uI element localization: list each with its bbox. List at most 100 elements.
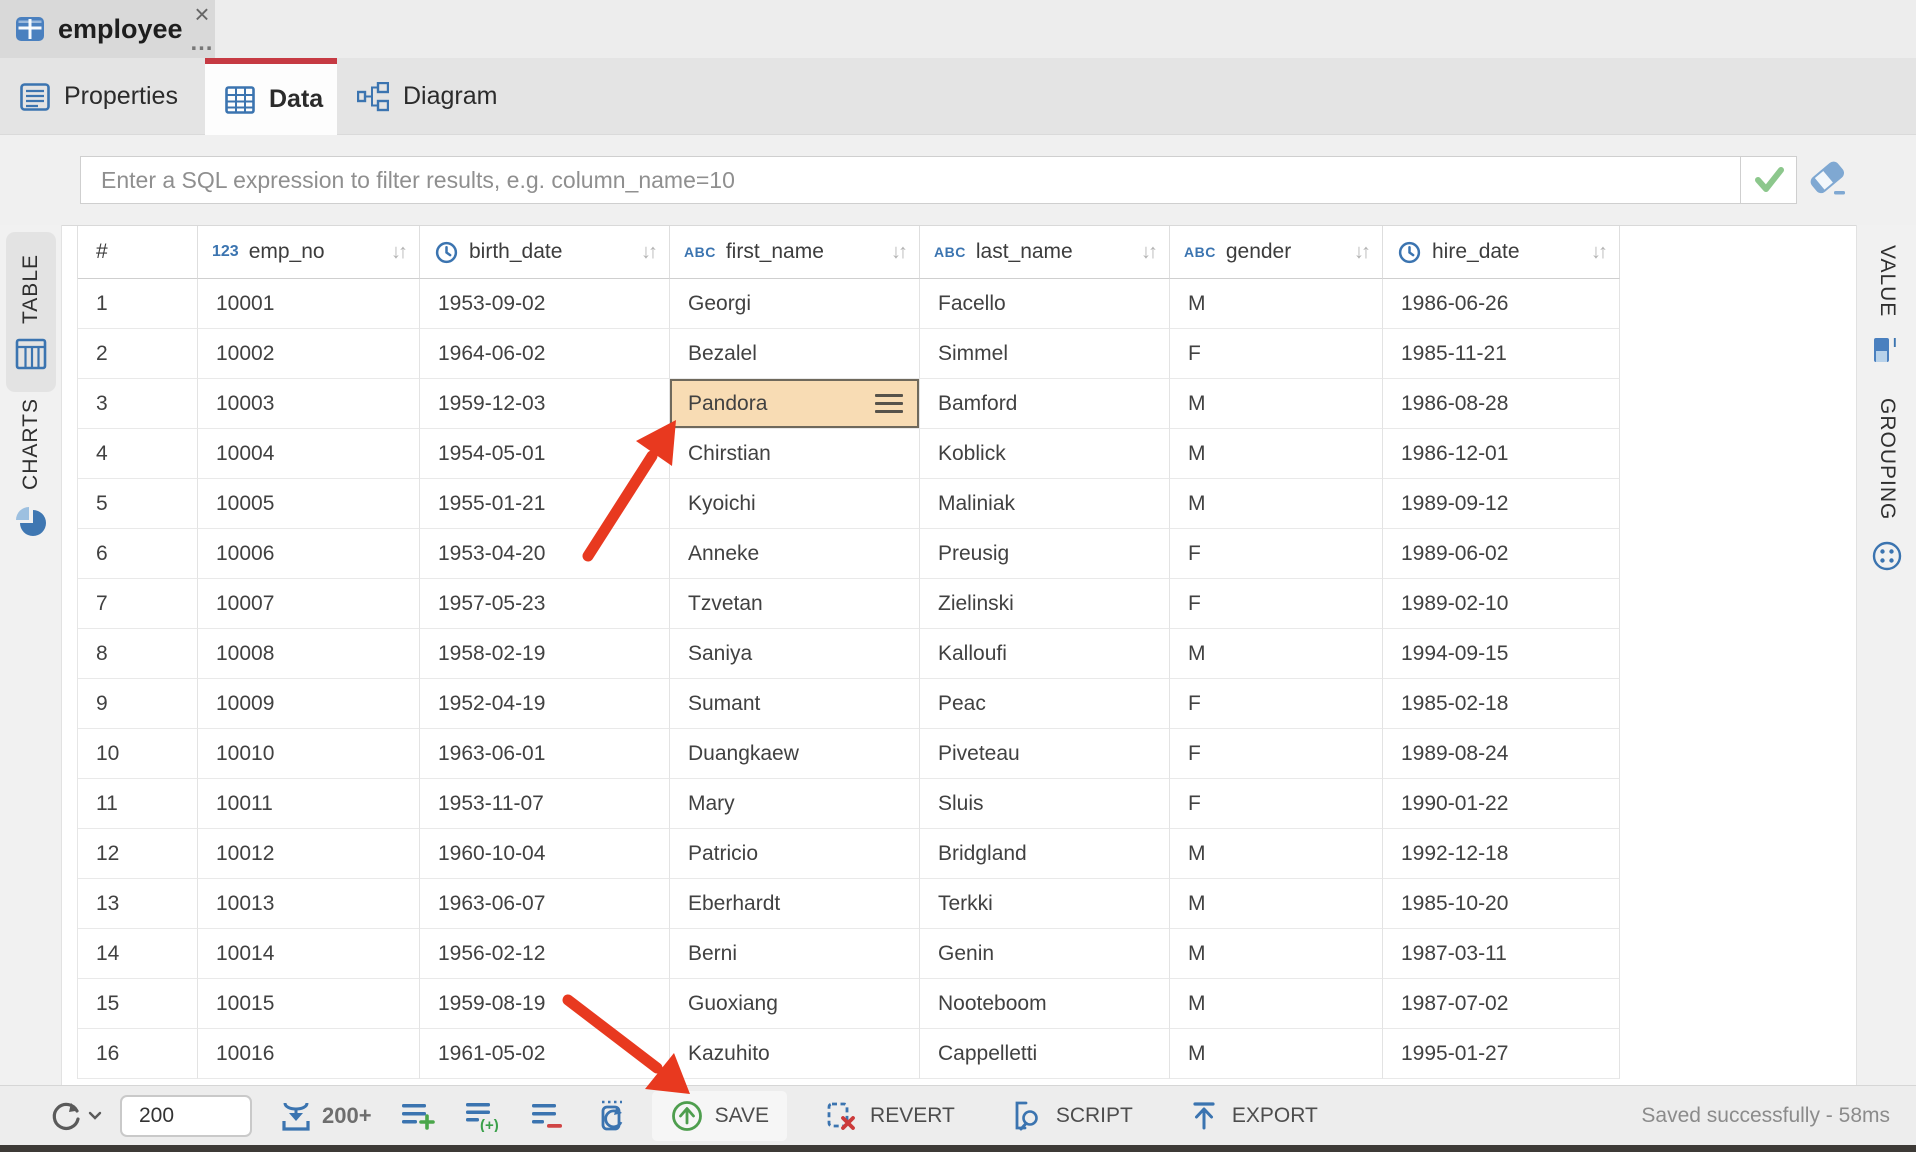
grid-cell[interactable]: Peac — [920, 679, 1170, 729]
edited-cell[interactable]: Pandora — [670, 379, 920, 429]
tab-employee[interactable]: employee — [0, 0, 182, 58]
sql-filter-input[interactable]: Enter a SQL expression to filter results… — [80, 156, 1797, 204]
save-button[interactable]: SAVE — [652, 1091, 787, 1141]
grid-cell[interactable]: 10013 — [198, 879, 420, 929]
grid-cell[interactable]: 1953-11-07 — [420, 779, 670, 829]
grid-cell[interactable]: 1989-06-02 — [1383, 529, 1620, 579]
grid-cell[interactable]: M — [1170, 879, 1383, 929]
column-header-last_name[interactable]: ABClast_name↓↑ — [920, 226, 1170, 279]
column-header-birth_date[interactable]: birth_date↓↑ — [420, 226, 670, 279]
panel-tab-value[interactable]: VALUE I — [1859, 232, 1915, 377]
grid-cell[interactable]: 10010 — [198, 729, 420, 779]
grid-cell[interactable]: Patricio — [670, 829, 920, 879]
apply-filter-button[interactable] — [1740, 157, 1796, 203]
grid-cell[interactable]: M — [1170, 979, 1383, 1029]
export-button[interactable]: EXPORT — [1169, 1091, 1336, 1141]
grid-cell[interactable]: 1958-02-19 — [420, 629, 670, 679]
row-number-cell[interactable]: 4 — [78, 429, 198, 479]
grid-cell[interactable]: 10005 — [198, 479, 420, 529]
grid-cell[interactable]: Nooteboom — [920, 979, 1170, 1029]
script-button[interactable]: SCRIPT — [991, 1091, 1151, 1141]
column-header-hire_date[interactable]: hire_date↓↑ — [1383, 226, 1620, 279]
grid-cell[interactable]: Kyoichi — [670, 479, 920, 529]
panel-tab-charts[interactable]: CHARTS — [6, 388, 56, 548]
grid-cell[interactable]: 1987-03-11 — [1383, 929, 1620, 979]
sort-icon[interactable]: ↓↑ — [1583, 241, 1605, 264]
grid-cell[interactable]: Simmel — [920, 329, 1170, 379]
grid-cell[interactable]: 1986-06-26 — [1383, 279, 1620, 329]
row-limit-input[interactable]: 200 — [120, 1095, 252, 1137]
grid-cell[interactable]: 1954-05-01 — [420, 429, 670, 479]
column-header-rownum[interactable]: # — [78, 226, 198, 279]
row-number-cell[interactable]: 8 — [78, 629, 198, 679]
sort-icon[interactable]: ↓↑ — [633, 241, 655, 264]
grid-cell[interactable]: M — [1170, 829, 1383, 879]
grid-cell[interactable]: 1995-01-27 — [1383, 1029, 1620, 1079]
grid-cell[interactable]: F — [1170, 579, 1383, 629]
panel-tab-table[interactable]: TABLE — [6, 232, 56, 392]
grid-cell[interactable]: Piveteau — [920, 729, 1170, 779]
row-number-cell[interactable]: 1 — [78, 279, 198, 329]
column-header-first_name[interactable]: ABCfirst_name↓↑ — [670, 226, 920, 279]
grid-cell[interactable]: Georgi — [670, 279, 920, 329]
row-number-cell[interactable]: 15 — [78, 979, 198, 1029]
grid-cell[interactable]: 1985-11-21 — [1383, 329, 1620, 379]
tab-data[interactable]: Data — [205, 58, 337, 135]
grid-cell[interactable]: F — [1170, 329, 1383, 379]
grid-cell[interactable]: Berni — [670, 929, 920, 979]
grid-cell[interactable]: F — [1170, 679, 1383, 729]
row-number-cell[interactable]: 10 — [78, 729, 198, 779]
grid-cell[interactable]: Eberhardt — [670, 879, 920, 929]
grid-cell[interactable]: 1989-08-24 — [1383, 729, 1620, 779]
grid-cell[interactable]: 1989-02-10 — [1383, 579, 1620, 629]
grid-cell[interactable]: 1963-06-01 — [420, 729, 670, 779]
grid-cell[interactable]: 10016 — [198, 1029, 420, 1079]
fetch-next-page-button[interactable]: 200+ — [278, 1099, 372, 1133]
tab-properties[interactable]: Properties — [0, 58, 205, 135]
add-row-button[interactable] — [400, 1100, 436, 1132]
row-number-cell[interactable]: 11 — [78, 779, 198, 829]
grid-cell[interactable]: 1959-08-19 — [420, 979, 670, 1029]
clear-filter-icon[interactable] — [1806, 157, 1850, 201]
grid-cell[interactable]: 1953-09-02 — [420, 279, 670, 329]
grid-cell[interactable]: Sluis — [920, 779, 1170, 829]
cell-menu-icon[interactable] — [875, 389, 903, 418]
grid-cell[interactable]: Bezalel — [670, 329, 920, 379]
grid-cell[interactable]: M — [1170, 479, 1383, 529]
row-number-cell[interactable]: 16 — [78, 1029, 198, 1079]
row-number-cell[interactable]: 13 — [78, 879, 198, 929]
row-number-cell[interactable]: 6 — [78, 529, 198, 579]
grid-cell[interactable]: 1986-08-28 — [1383, 379, 1620, 429]
grid-cell[interactable]: 1994-09-15 — [1383, 629, 1620, 679]
grid-cell[interactable]: Cappelletti — [920, 1029, 1170, 1079]
grid-cell[interactable]: 1992-12-18 — [1383, 829, 1620, 879]
grid-cell[interactable]: 1985-02-18 — [1383, 679, 1620, 729]
sort-icon[interactable]: ↓↑ — [1133, 241, 1155, 264]
grid-cell[interactable]: 10007 — [198, 579, 420, 629]
grid-cell[interactable]: 1963-06-07 — [420, 879, 670, 929]
row-number-cell[interactable]: 3 — [78, 379, 198, 429]
grid-cell[interactable]: M — [1170, 429, 1383, 479]
grid-cell[interactable]: 10003 — [198, 379, 420, 429]
tab-overflow-icon[interactable]: … — [188, 30, 216, 56]
grid-cell[interactable]: 1964-06-02 — [420, 329, 670, 379]
grid-cell[interactable]: F — [1170, 779, 1383, 829]
column-header-gender[interactable]: ABCgender↓↑ — [1170, 226, 1383, 279]
grid-cell[interactable]: M — [1170, 379, 1383, 429]
grid-cell[interactable]: 1987-07-02 — [1383, 979, 1620, 1029]
row-number-cell[interactable]: 5 — [78, 479, 198, 529]
grid-cell[interactable]: 10009 — [198, 679, 420, 729]
refresh-grid-button[interactable] — [594, 1099, 630, 1133]
grid-cell[interactable]: M — [1170, 279, 1383, 329]
grid-cell[interactable]: 10014 — [198, 929, 420, 979]
sort-icon[interactable]: ↓↑ — [883, 241, 905, 264]
grid-cell[interactable]: 1985-10-20 — [1383, 879, 1620, 929]
grid-cell[interactable]: 1953-04-20 — [420, 529, 670, 579]
grid-cell[interactable]: 10004 — [198, 429, 420, 479]
close-tab-icon[interactable]: × — [188, 0, 216, 28]
column-header-emp_no[interactable]: 123emp_no↓↑ — [198, 226, 420, 279]
grid-cell[interactable]: Terkki — [920, 879, 1170, 929]
grid-cell[interactable]: Bridgland — [920, 829, 1170, 879]
grid-cell[interactable]: F — [1170, 729, 1383, 779]
grid-cell[interactable]: Tzvetan — [670, 579, 920, 629]
